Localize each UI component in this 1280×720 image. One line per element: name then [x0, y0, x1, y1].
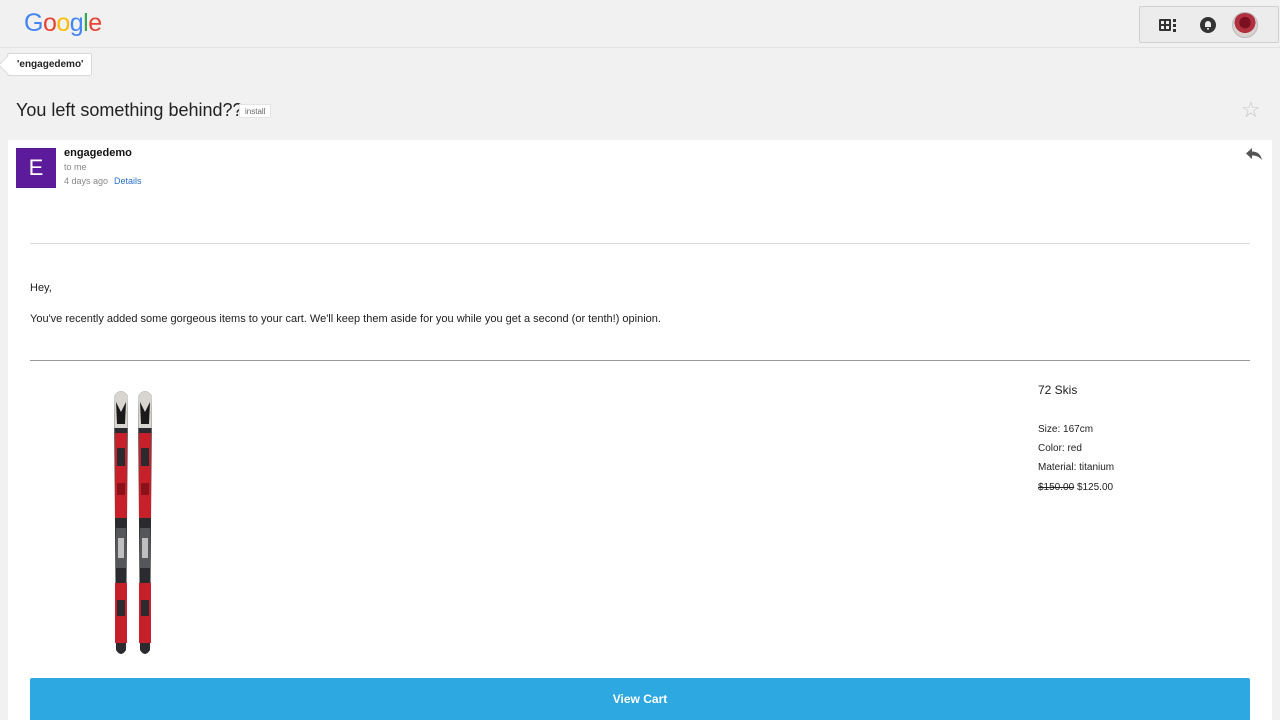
message-card: E engagedemo to me 4 days ago Details He…: [8, 140, 1272, 720]
view-cart-button[interactable]: View Cart: [30, 678, 1250, 720]
product-material: Material: titanium: [1038, 462, 1115, 473]
product-name[interactable]: 72 Skis: [1038, 383, 1077, 397]
original-price: $150.00: [1038, 482, 1075, 493]
recipient-line: to me: [64, 162, 87, 172]
sender-avatar: E: [16, 148, 56, 188]
email-subject: You left something behind??: [16, 100, 243, 120]
divider: [30, 360, 1250, 361]
logo-letter-g2: g: [69, 9, 84, 37]
google-logo[interactable]: Google: [24, 9, 102, 38]
user-avatar[interactable]: [1232, 12, 1258, 38]
star-icon[interactable]: ☆: [1241, 99, 1261, 121]
product-size: Size: 167cm: [1038, 424, 1094, 435]
label-chip[interactable]: 'engagedemo': [7, 53, 93, 76]
logo-letter-o2: o: [56, 9, 70, 37]
product-color: Color: red: [1038, 443, 1082, 454]
sender-name: engagedemo: [64, 147, 132, 159]
intro-text: You've recently added some gorgeous item…: [30, 313, 661, 325]
label-tag-install[interactable]: install: [239, 104, 272, 118]
product-price: $150.00 $125.00: [1038, 482, 1113, 493]
product-image-skis[interactable]: [108, 388, 164, 658]
greeting-text: Hey,: [30, 282, 52, 294]
divider: [30, 243, 1250, 244]
logo-letter-g: G: [24, 9, 43, 37]
notifications-icon[interactable]: [1198, 15, 1218, 35]
account-tools: [1139, 6, 1279, 43]
email-date: 4 days ago: [64, 176, 109, 186]
logo-letter-o1: o: [42, 9, 57, 37]
apps-grid-icon[interactable]: [1158, 15, 1178, 35]
reply-icon[interactable]: [1244, 146, 1264, 162]
sale-price: $125.00: [1076, 482, 1114, 493]
top-bar: Google: [0, 0, 1280, 48]
details-link[interactable]: Details: [114, 176, 142, 186]
logo-letter-e: e: [88, 9, 102, 37]
